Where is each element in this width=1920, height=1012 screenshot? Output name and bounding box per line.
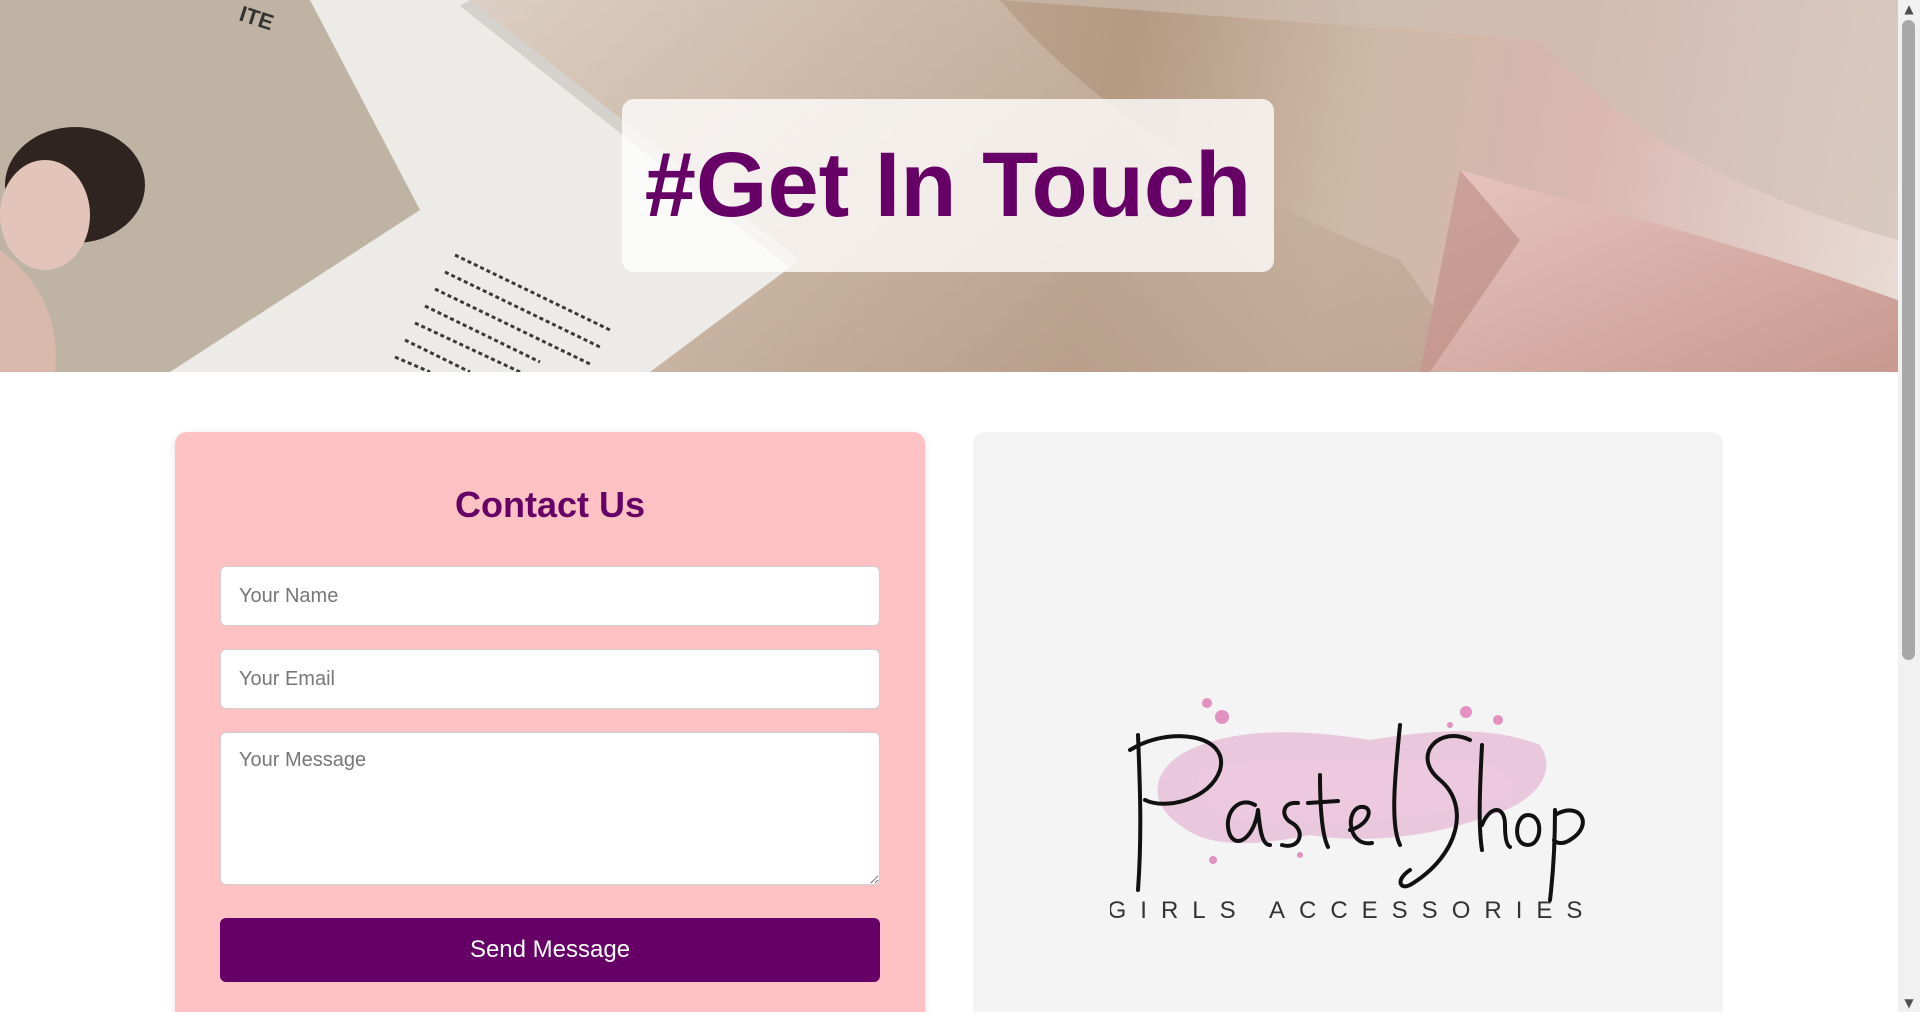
pastel-shop-logo: GIRLS ACCESSORIES (1110, 698, 1590, 924)
email-input[interactable] (220, 649, 880, 709)
vertical-scrollbar[interactable]: ▲ ▼ (1898, 0, 1920, 1012)
send-message-button[interactable]: Send Message (220, 918, 880, 982)
scroll-down-icon[interactable]: ▼ (1898, 994, 1920, 1012)
message-textarea[interactable] (220, 732, 880, 885)
scroll-up-icon[interactable]: ▲ (1898, 0, 1920, 18)
scrollbar-thumb[interactable] (1902, 20, 1915, 660)
contact-title: Contact Us (454, 484, 646, 525)
name-input[interactable] (220, 566, 880, 626)
hero-title-box: #Get In Touch (622, 99, 1274, 272)
page: ITE #Get In Touch Contact Us Send Messag… (0, 0, 1920, 1012)
hero-banner: ITE #Get In Touch (0, 0, 1898, 372)
hero-title: #Get In Touch (644, 134, 1252, 236)
logo-tagline: GIRLS ACCESSORIES (1110, 897, 1590, 924)
